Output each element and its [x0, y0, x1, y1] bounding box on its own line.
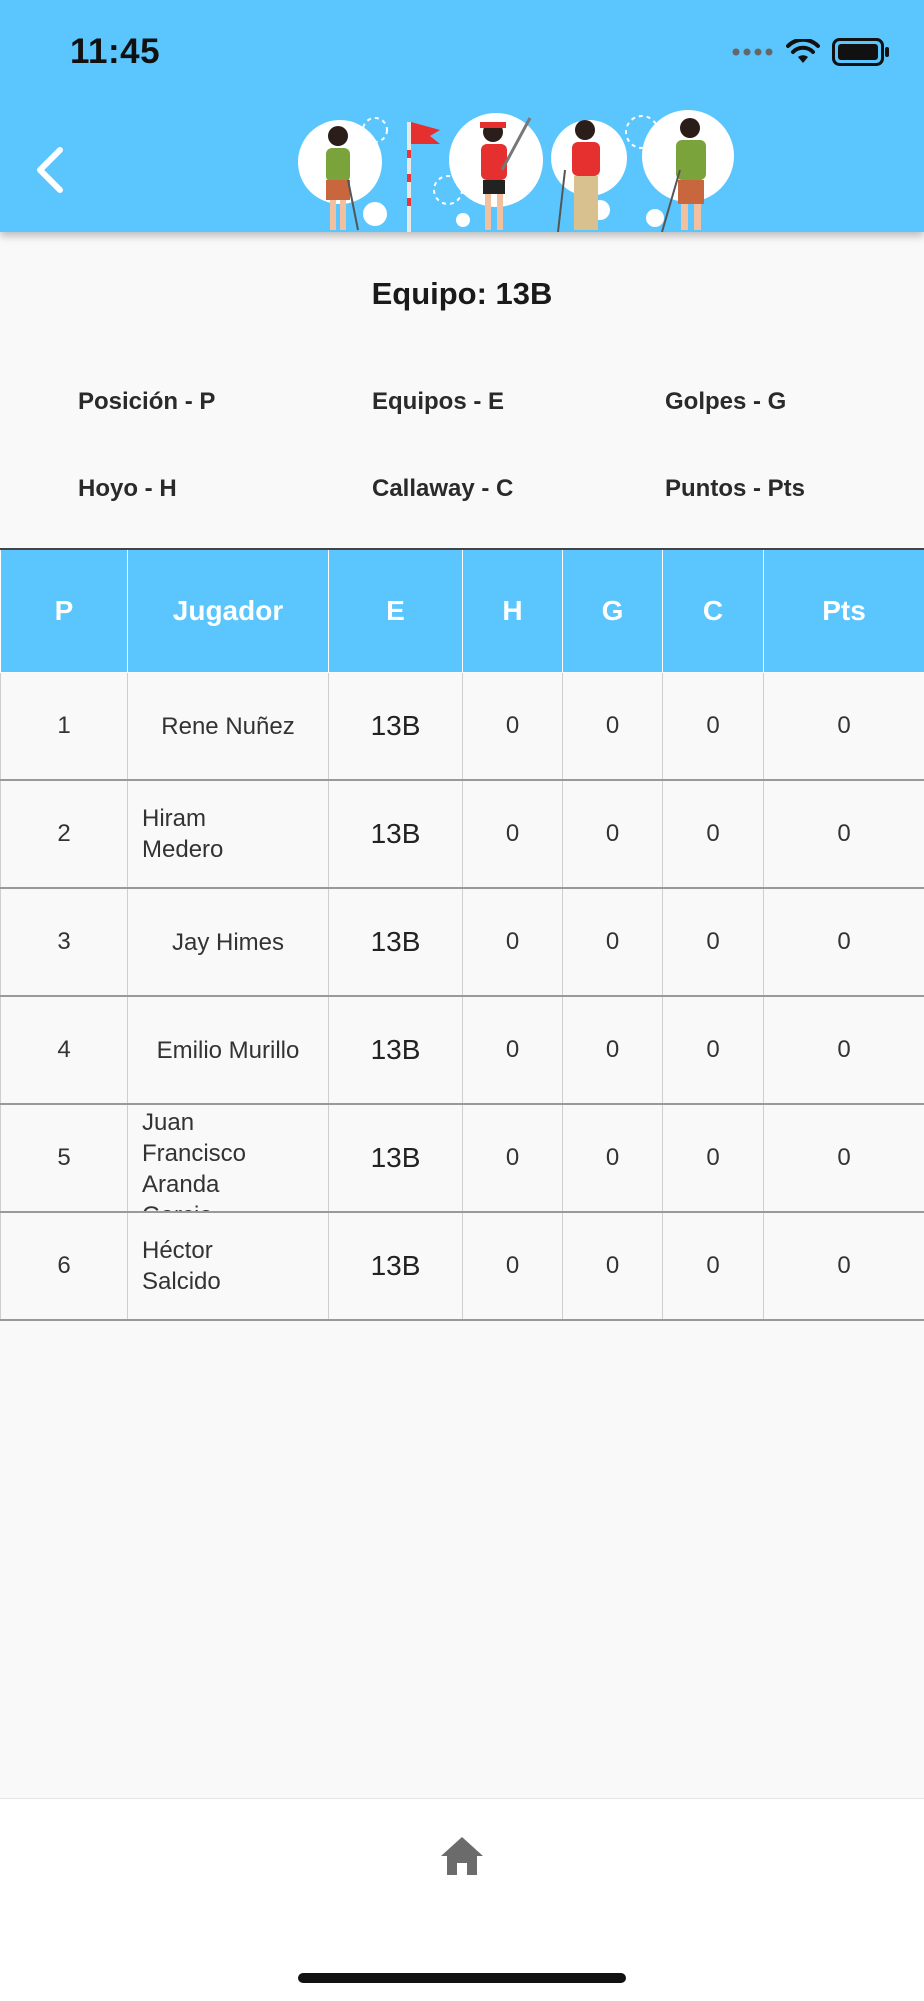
table-header-row: P Jugador E H G C Pts — [1, 549, 924, 673]
cell-strokes: 0 — [563, 1104, 663, 1212]
cell-hole: 0 — [463, 673, 563, 781]
bottom-nav-bar — [0, 1798, 924, 2001]
cell-position: 3 — [1, 888, 128, 996]
cell-callaway: 0 — [663, 1212, 764, 1320]
back-button[interactable] — [26, 140, 76, 200]
cell-team: 13B — [329, 1212, 463, 1320]
cell-callaway: 0 — [663, 888, 764, 996]
column-header-strokes: G — [563, 549, 663, 673]
cell-position: 2 — [1, 780, 128, 888]
app-header: 11:45 — [0, 0, 924, 232]
cell-player: Jay Himes — [128, 888, 329, 996]
legend-points: Puntos - Pts — [665, 475, 805, 503]
player-name: Héctor Salcido — [142, 1235, 252, 1297]
player-name: Emilio Murillo — [157, 1035, 300, 1066]
cell-points: 0 — [764, 1212, 924, 1320]
cell-strokes: 0 — [563, 996, 663, 1104]
cell-position: 6 — [1, 1212, 128, 1320]
cell-callaway: 0 — [663, 996, 764, 1104]
cell-strokes: 0 — [563, 888, 663, 996]
status-icons — [732, 38, 890, 66]
golf-players-illustration — [290, 110, 740, 232]
cell-strokes: 0 — [563, 1212, 663, 1320]
legend-callaway: Callaway - C — [372, 475, 513, 503]
cell-player: Héctor Salcido — [128, 1212, 329, 1320]
cell-position: 5 — [1, 1104, 128, 1212]
cell-position: 4 — [1, 996, 128, 1104]
cell-player: Juan Francisco Aranda Garcia — [128, 1104, 329, 1212]
table-row[interactable]: 2 Hiram Medero 13B 0 0 0 0 — [1, 780, 924, 888]
legend-hole: Hoyo - H — [78, 475, 177, 503]
player-name: Juan Francisco Aranda Garcia — [142, 1107, 292, 1211]
column-header-points: Pts — [764, 549, 924, 673]
legend-strokes: Golpes - G — [665, 388, 786, 416]
wifi-icon — [786, 39, 820, 65]
cell-team: 13B — [329, 888, 463, 996]
team-title: Equipo: 13B — [0, 276, 924, 312]
player-name: Rene Nuñez — [161, 711, 294, 742]
column-header-team: E — [329, 549, 463, 673]
column-header-position: P — [1, 549, 128, 673]
home-indicator — [298, 1973, 626, 1983]
cell-callaway: 0 — [663, 780, 764, 888]
player-name: Hiram Medero — [142, 803, 252, 865]
home-button[interactable] — [438, 1834, 486, 1878]
cell-points: 0 — [764, 673, 924, 781]
cell-hole: 0 — [463, 780, 563, 888]
battery-icon — [832, 38, 890, 66]
cell-player: Rene Nuñez — [128, 673, 329, 781]
cell-team: 13B — [329, 673, 463, 781]
cell-strokes: 0 — [563, 673, 663, 781]
table-row[interactable]: 5 Juan Francisco Aranda Garcia 13B 0 0 0… — [1, 1104, 924, 1212]
cell-callaway: 0 — [663, 673, 764, 781]
cell-team: 13B — [329, 996, 463, 1104]
cell-team: 13B — [329, 780, 463, 888]
cell-position: 1 — [1, 673, 128, 781]
table-row[interactable]: 1 Rene Nuñez 13B 0 0 0 0 — [1, 673, 924, 781]
table-row[interactable]: 4 Emilio Murillo 13B 0 0 0 0 — [1, 996, 924, 1104]
cell-points: 0 — [764, 888, 924, 996]
cell-player: Hiram Medero — [128, 780, 329, 888]
table-row[interactable]: 6 Héctor Salcido 13B 0 0 0 0 — [1, 1212, 924, 1320]
chevron-left-icon — [26, 140, 76, 200]
cell-hole: 0 — [463, 1212, 563, 1320]
cell-callaway: 0 — [663, 1104, 764, 1212]
status-time: 11:45 — [70, 32, 160, 72]
column-header-player: Jugador — [128, 549, 329, 673]
column-header-hole: H — [463, 549, 563, 673]
cell-points: 0 — [764, 1104, 924, 1212]
cell-hole: 0 — [463, 996, 563, 1104]
column-header-callaway: C — [663, 549, 764, 673]
cellular-signal-icon — [732, 45, 774, 59]
home-icon — [438, 1834, 486, 1878]
scores-table: P Jugador E H G C Pts 1 Rene Nuñez 13B 0… — [0, 548, 924, 1321]
cell-points: 0 — [764, 996, 924, 1104]
cell-hole: 0 — [463, 1104, 563, 1212]
cell-strokes: 0 — [563, 780, 663, 888]
legend-position: Posición - P — [78, 388, 215, 416]
cell-hole: 0 — [463, 888, 563, 996]
cell-points: 0 — [764, 780, 924, 888]
cell-player: Emilio Murillo — [128, 996, 329, 1104]
table-row[interactable]: 3 Jay Himes 13B 0 0 0 0 — [1, 888, 924, 996]
player-name: Jay Himes — [172, 927, 284, 958]
legend-teams: Equipos - E — [372, 388, 504, 416]
cell-team: 13B — [329, 1104, 463, 1212]
